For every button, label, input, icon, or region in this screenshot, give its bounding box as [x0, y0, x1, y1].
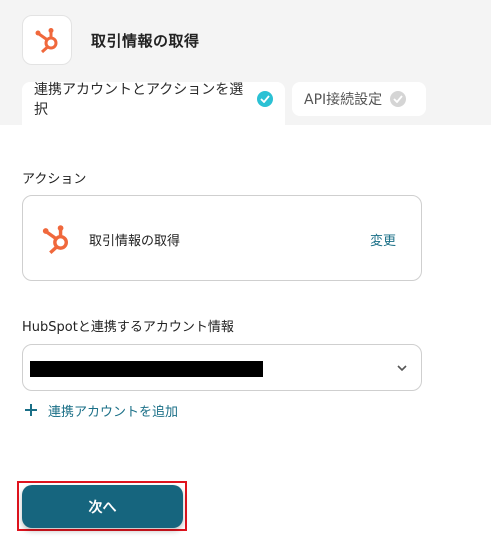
- action-section-label: アクション: [22, 172, 87, 187]
- hubspot-icon: [42, 225, 68, 254]
- tab-select-account-action[interactable]: 連携アカウントとアクションを選択: [22, 82, 285, 125]
- account-select[interactable]: [22, 344, 422, 391]
- tab-label: API接続設定: [304, 92, 383, 108]
- chevron-down-icon: [397, 365, 407, 372]
- redacted-account-value: [30, 361, 263, 377]
- add-account-label: 連携アカウントを追加: [48, 404, 179, 420]
- change-action-link[interactable]: 変更: [370, 230, 396, 249]
- next-button[interactable]: 次へ: [22, 485, 183, 528]
- tab-label: 連携アカウントとアクションを選択: [34, 82, 244, 118]
- action-name: 取引情報の取得: [89, 234, 181, 249]
- page-title: 取引情報の取得: [91, 32, 200, 50]
- header-area: 取引情報の取得 連携アカウントとアクションを選択 API接続設定: [0, 0, 491, 125]
- check-circle-icon: [257, 91, 273, 107]
- hubspot-icon: [35, 28, 58, 54]
- check-circle-icon: [390, 91, 407, 107]
- app-icon-box: [22, 15, 72, 65]
- add-account-link[interactable]: 連携アカウントを追加: [24, 400, 178, 420]
- tab-api-settings[interactable]: API接続設定: [292, 82, 426, 116]
- plus-icon: [25, 404, 37, 416]
- account-section-label: HubSpotと連携するアカウント情報: [22, 320, 234, 335]
- action-card: 取引情報の取得 変更: [22, 195, 422, 281]
